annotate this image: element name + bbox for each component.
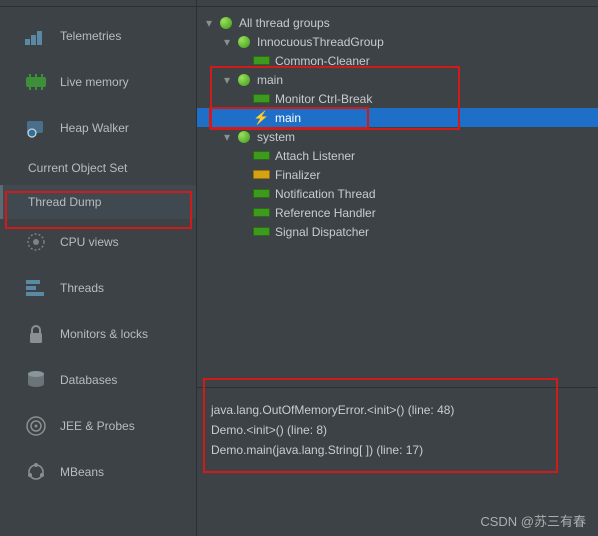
heap-walker-icon: [24, 116, 48, 140]
sidebar-item-label: MBeans: [60, 465, 104, 479]
sidebar-item-label: Current Object Set: [28, 161, 127, 175]
thread-running-icon: [253, 225, 270, 238]
tree-node[interactable]: Notification Thread: [197, 184, 598, 203]
tree-node[interactable]: Finalizer: [197, 165, 598, 184]
sidebar: Telemetries Live memory Heap Walker Curr…: [0, 0, 197, 536]
sidebar-item-monitors-locks[interactable]: Monitors & locks: [0, 311, 196, 357]
content-header: [197, 0, 598, 7]
thread-group-icon: [235, 73, 252, 86]
tree-node[interactable]: Attach Listener: [197, 146, 598, 165]
tree-node-label: Signal Dispatcher: [275, 225, 369, 239]
sidebar-item-label: JEE & Probes: [60, 419, 135, 433]
tree-node[interactable]: ▾ system: [197, 127, 598, 146]
tree-node-label: InnocuousThreadGroup: [257, 35, 384, 49]
tree-node[interactable]: ⚡ main: [197, 108, 598, 127]
thread-group-icon: [235, 130, 252, 143]
tree-node[interactable]: ▾ main: [197, 70, 598, 89]
sidebar-item-databases[interactable]: Databases: [0, 357, 196, 403]
tree-node-label: Common-Cleaner: [275, 54, 370, 68]
threads-icon: [24, 276, 48, 300]
stack-line: java.lang.OutOfMemoryError.<init>() (lin…: [211, 400, 584, 420]
tree-node[interactable]: Signal Dispatcher: [197, 222, 598, 241]
sidebar-item-cpu-views[interactable]: CPU views: [0, 219, 196, 265]
sidebar-item-label: Heap Walker: [60, 121, 129, 135]
tree-node-label: Reference Handler: [275, 206, 376, 220]
stack-line: Demo.<init>() (line: 8): [211, 420, 584, 440]
thread-group-icon: [235, 35, 252, 48]
sidebar-item-jee-probes[interactable]: JEE & Probes: [0, 403, 196, 449]
chevron-down-icon[interactable]: ▾: [221, 74, 233, 86]
thread-running-icon: [253, 54, 270, 67]
sidebar-item-live-memory[interactable]: Live memory: [0, 59, 196, 105]
stack-trace-panel: java.lang.OutOfMemoryError.<init>() (lin…: [197, 387, 598, 482]
tree-node-label: Notification Thread: [275, 187, 376, 201]
sidebar-list: Telemetries Live memory Heap Walker Curr…: [0, 7, 196, 495]
sidebar-item-label: Thread Dump: [28, 195, 101, 209]
telemetries-icon: [24, 24, 48, 48]
sidebar-item-thread-dump[interactable]: Thread Dump: [0, 185, 196, 219]
tree-node-label: All thread groups: [239, 16, 330, 30]
sidebar-item-label: Live memory: [60, 75, 129, 89]
thread-group-icon: [217, 16, 234, 29]
sidebar-item-label: Telemetries: [60, 29, 121, 43]
chevron-down-icon[interactable]: ▾: [221, 36, 233, 48]
sidebar-item-current-object-set[interactable]: Current Object Set: [0, 151, 196, 185]
sidebar-item-label: Threads: [60, 281, 104, 295]
watermark: CSDN @苏三有春: [480, 511, 586, 530]
chevron-down-icon[interactable]: ▾: [203, 17, 215, 29]
cpu-views-icon: [24, 230, 48, 254]
tree-node-label: main: [257, 73, 283, 87]
sidebar-item-label: CPU views: [60, 235, 119, 249]
mbeans-icon: [24, 460, 48, 484]
thread-running-icon: [253, 149, 270, 162]
thread-tree[interactable]: ▾ All thread groups ▾ InnocuousThreadGrou…: [197, 7, 598, 247]
tree-node[interactable]: Monitor Ctrl-Break: [197, 89, 598, 108]
tree-node[interactable]: Reference Handler: [197, 203, 598, 222]
thread-running-icon: [253, 92, 270, 105]
database-icon: [24, 368, 48, 392]
content-area: ▾ All thread groups ▾ InnocuousThreadGrou…: [197, 0, 598, 536]
tree-root[interactable]: ▾ All thread groups: [197, 13, 598, 32]
tree-node-label: main: [275, 111, 301, 125]
sidebar-item-label: Databases: [60, 373, 117, 387]
sidebar-header: [0, 0, 196, 7]
live-memory-icon: [24, 70, 48, 94]
sidebar-item-label: Monitors & locks: [60, 327, 148, 341]
tree-node[interactable]: Common-Cleaner: [197, 51, 598, 70]
sidebar-item-heap-walker[interactable]: Heap Walker: [0, 105, 196, 151]
probes-icon: [24, 414, 48, 438]
chevron-down-icon[interactable]: ▾: [221, 131, 233, 143]
tree-node-label: Monitor Ctrl-Break: [275, 92, 372, 106]
sidebar-item-threads[interactable]: Threads: [0, 265, 196, 311]
thread-running-icon: [253, 206, 270, 219]
lock-icon: [24, 322, 48, 346]
sidebar-item-mbeans[interactable]: MBeans: [0, 449, 196, 495]
tree-node-label: Attach Listener: [275, 149, 355, 163]
tree-node[interactable]: ▾ InnocuousThreadGroup: [197, 32, 598, 51]
thread-active-icon: ⚡: [253, 111, 270, 124]
tree-node-label: Finalizer: [275, 168, 320, 182]
sidebar-item-telemetries[interactable]: Telemetries: [0, 13, 196, 59]
thread-waiting-icon: [253, 168, 270, 181]
thread-running-icon: [253, 187, 270, 200]
stack-line: Demo.main(java.lang.String[ ]) (line: 17…: [211, 440, 584, 460]
tree-node-label: system: [257, 130, 295, 144]
